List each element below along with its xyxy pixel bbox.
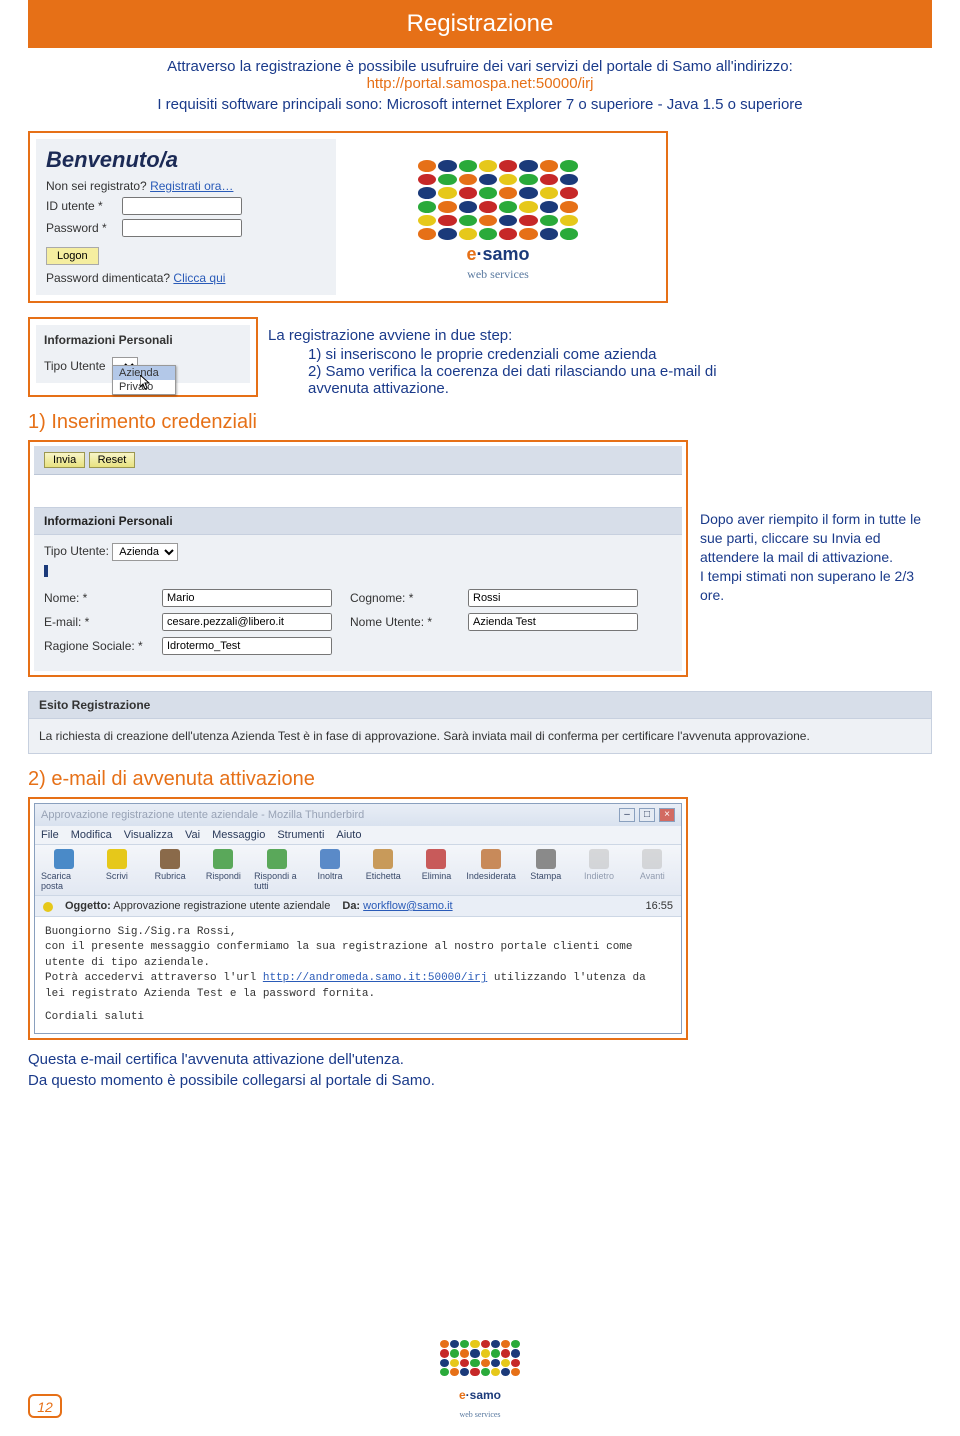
brand-name: samo bbox=[482, 244, 529, 264]
menu-messaggio[interactable]: Messaggio bbox=[212, 829, 265, 841]
menu-aiuto[interactable]: Aiuto bbox=[336, 829, 361, 841]
form-note-1: Dopo aver riempito il form in tutte le s… bbox=[700, 510, 922, 567]
info-personali-form-header: Informazioni Personali bbox=[34, 508, 682, 535]
toolbar-etichetta[interactable]: Etichetta bbox=[361, 849, 406, 891]
email-line-2: con il presente messaggio confermiamo la… bbox=[45, 940, 671, 971]
toolbar-stampa[interactable]: Stampa bbox=[523, 849, 568, 891]
toolbar-inoltra[interactable]: Inoltra bbox=[307, 849, 352, 891]
password-label: Password * bbox=[46, 221, 116, 235]
tipo-utente-label: Tipo Utente bbox=[44, 359, 106, 373]
login-panel: Benvenuto/a Non sei registrato? Registra… bbox=[36, 139, 336, 295]
nome-label: Nome: * bbox=[44, 591, 154, 605]
bullet-icon bbox=[43, 902, 53, 912]
toolbar-rispondi[interactable]: Rispondi bbox=[201, 849, 246, 891]
menu-visualizza[interactable]: Visualizza bbox=[124, 829, 173, 841]
email-label: E-mail: * bbox=[44, 615, 154, 629]
portal-url[interactable]: http://portal.samospa.net:50000/irj bbox=[367, 75, 594, 92]
tipo-utente-form-select[interactable]: Azienda bbox=[112, 543, 178, 561]
maximize-button[interactable]: □ bbox=[639, 808, 655, 822]
brand-e: e bbox=[466, 244, 476, 264]
menu-modifica[interactable]: Modifica bbox=[71, 829, 112, 841]
cognome-input[interactable] bbox=[468, 589, 638, 607]
email-screenshot-frame: Approvazione registrazione utente aziend… bbox=[28, 797, 688, 1040]
registration-steps-text: La registrazione avviene in due step: 1)… bbox=[268, 317, 932, 397]
email-time: 16:55 bbox=[645, 900, 673, 912]
tipo-utente-frame: Informazioni Personali Tipo Utente Azien… bbox=[28, 317, 258, 397]
menu-strumenti[interactable]: Strumenti bbox=[277, 829, 324, 841]
page-number: 12 bbox=[28, 1394, 62, 1418]
form-marker bbox=[44, 565, 48, 577]
password-input[interactable] bbox=[122, 219, 242, 237]
step-2a: 2) Samo verifica la coerenza dei dati ri… bbox=[268, 363, 932, 380]
toolbar-scarica-posta[interactable]: Scarica posta bbox=[41, 849, 86, 891]
intro-text: Attraverso la registrazione è possibile … bbox=[0, 58, 960, 96]
minimize-button[interactable]: – bbox=[619, 808, 635, 822]
cognome-label: Cognome: * bbox=[350, 591, 460, 605]
email-line-4: Cordiali saluti bbox=[45, 1010, 671, 1025]
esamo-logo: e·samo web services bbox=[418, 160, 578, 270]
toolbar-rispondi-tutti[interactable]: Rispondi a tutti bbox=[254, 849, 299, 891]
requirements-text: I requisiti software principali sono: Mi… bbox=[0, 96, 960, 125]
toolbar-rubrica[interactable]: Rubrica bbox=[148, 849, 193, 891]
reset-button[interactable]: Reset bbox=[89, 452, 136, 468]
esito-body: La richiesta di creazione dell'utenza Az… bbox=[29, 719, 931, 753]
section-2-heading: 2) e-mail di avvenuta attivazione bbox=[28, 768, 960, 791]
email-line-1: Buongiorno Sig./Sig.ra Rossi, bbox=[45, 925, 671, 940]
tipo-utente-form-label: Tipo Utente: bbox=[44, 544, 109, 558]
section-1-heading: 1) Inserimento credenziali bbox=[28, 411, 960, 434]
cursor-icon bbox=[140, 375, 152, 391]
intro-line: Attraverso la registrazione è possibile … bbox=[167, 58, 793, 75]
info-personali-header: Informazioni Personali bbox=[44, 333, 242, 347]
not-registered-label: Non sei registrato? bbox=[46, 179, 147, 193]
email-toolbar: Scarica posta Scrivi Rubrica Rispondi Ri… bbox=[35, 845, 681, 896]
window-title: Approvazione registrazione utente aziend… bbox=[41, 809, 364, 821]
from-label: Da: bbox=[342, 900, 360, 912]
login-screenshot-frame: Benvenuto/a Non sei registrato? Registra… bbox=[28, 131, 668, 303]
brand-sub: web services bbox=[467, 267, 529, 281]
after-email-2: Da questo momento è possibile collegarsi… bbox=[28, 1071, 932, 1091]
email-url[interactable]: http://andromeda.samo.it:50000/irj bbox=[263, 972, 487, 984]
toolbar-avanti: Avanti bbox=[630, 849, 675, 891]
from-value[interactable]: workflow@samo.it bbox=[363, 900, 452, 912]
forgot-password-link[interactable]: Clicca qui bbox=[173, 271, 225, 285]
email-input[interactable] bbox=[162, 613, 332, 631]
esito-panel: Esito Registrazione La richiesta di crea… bbox=[28, 691, 932, 754]
after-email-1: Questa e-mail certifica l'avvenuta attiv… bbox=[28, 1050, 932, 1070]
toolbar-indietro: Indietro bbox=[576, 849, 621, 891]
ragione-sociale-input[interactable] bbox=[162, 637, 332, 655]
nome-input[interactable] bbox=[162, 589, 332, 607]
close-button[interactable]: × bbox=[659, 808, 675, 822]
forgot-password-label: Password dimenticata? bbox=[46, 271, 170, 285]
user-id-input[interactable] bbox=[122, 197, 242, 215]
email-line-3a: Potrà accedervi attraverso l'url bbox=[45, 972, 263, 984]
user-id-label: ID utente * bbox=[46, 199, 116, 213]
toolbar-elimina[interactable]: Elimina bbox=[414, 849, 459, 891]
form-note-2: I tempi stimati non superano le 2/3 ore. bbox=[700, 567, 922, 605]
page-title: Registrazione bbox=[28, 0, 932, 48]
step-2b: avvenuta attivazione. bbox=[268, 380, 932, 397]
email-body: Buongiorno Sig./Sig.ra Rossi, con il pre… bbox=[35, 917, 681, 1033]
welcome-heading: Benvenuto/a bbox=[46, 147, 326, 173]
subject-value: Approvazione registrazione utente aziend… bbox=[113, 900, 330, 912]
steps-lead: La registrazione avviene in due step: bbox=[268, 327, 932, 344]
ragione-sociale-label: Ragione Sociale: * bbox=[44, 639, 154, 653]
menu-file[interactable]: File bbox=[41, 829, 59, 841]
toolbar-indesiderata[interactable]: Indesiderata bbox=[467, 849, 515, 891]
register-link[interactable]: Registrati ora… bbox=[150, 179, 233, 193]
invia-button[interactable]: Invia bbox=[44, 452, 85, 468]
logon-button[interactable]: Logon bbox=[46, 247, 99, 265]
email-menubar: File Modifica Visualizza Vai Messaggio S… bbox=[35, 826, 681, 845]
nome-utente-label: Nome Utente: * bbox=[350, 615, 460, 629]
menu-vai[interactable]: Vai bbox=[185, 829, 200, 841]
toolbar-scrivi[interactable]: Scrivi bbox=[94, 849, 139, 891]
footer-logo: e·samo web services bbox=[440, 1340, 520, 1422]
step-1: 1) si inseriscono le proprie credenziali… bbox=[268, 346, 932, 363]
subject-label: Oggetto: bbox=[65, 900, 111, 912]
esito-header: Esito Registrazione bbox=[29, 692, 931, 719]
nome-utente-input[interactable] bbox=[468, 613, 638, 631]
